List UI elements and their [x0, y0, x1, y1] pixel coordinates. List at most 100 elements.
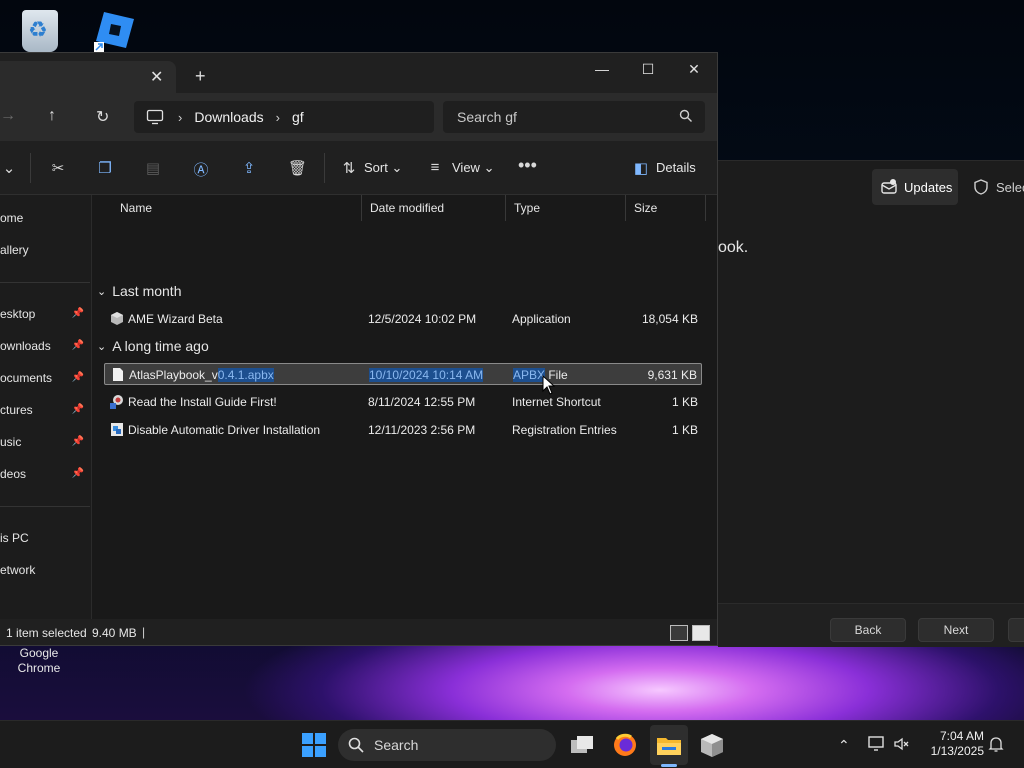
setup-footer: Back Next [718, 603, 1024, 647]
volume-muted-icon[interactable] [892, 735, 910, 753]
windows-start-icon[interactable] [300, 731, 328, 759]
group-header-last-month[interactable]: ⌄ Last month [97, 283, 181, 299]
refresh-icon[interactable]: ↻ [96, 107, 109, 127]
updates-tab-label: Updates [904, 179, 953, 195]
background-setup-window: Updates Selec ook. Back Next [718, 160, 1024, 647]
paste-icon[interactable]: ▤ [144, 159, 162, 177]
minimize-icon[interactable]: — [592, 61, 612, 77]
chevron-right-icon: › [178, 109, 183, 125]
cut-icon[interactable]: ✂ [49, 159, 67, 177]
group-header-long-ago[interactable]: ⌄ A long time ago [97, 338, 209, 354]
updates-icon [881, 179, 897, 194]
details-pane-icon[interactable]: ◧ [632, 159, 650, 177]
file-date: 8/11/2024 12:55 PM [368, 395, 476, 409]
system-clock[interactable]: 7:04 AM 1/13/2025 [920, 729, 984, 759]
file-row[interactable]: Read the Install Guide First! 8/11/2024 … [104, 391, 702, 413]
firefox-icon[interactable] [611, 731, 639, 759]
column-header-size[interactable]: Size [626, 195, 706, 221]
file-explorer-window: ✕ + — ☐ ✕ → ↑ ↻ › Downloads › gf Search … [0, 52, 718, 646]
more-options-icon[interactable]: ••• [518, 155, 537, 175]
tiles-view-icon[interactable] [692, 625, 710, 641]
chevron-down-icon[interactable]: ⌄ [0, 159, 18, 177]
shield-icon [974, 179, 988, 195]
file-explorer-icon[interactable] [655, 731, 683, 759]
file-size: 1 KB [671, 423, 698, 437]
close-window-icon[interactable]: ✕ [684, 61, 704, 78]
file-type: Registration Entries [512, 423, 617, 437]
sidebar-item-pictures[interactable]: ctures 📌 [0, 403, 90, 423]
crumb-gf[interactable]: gf [292, 109, 304, 125]
status-selected-size: 9.40 MB [92, 626, 137, 640]
file-name-highlight: 0.4.1.apbx [217, 368, 274, 382]
tab-close-icon[interactable]: ✕ [150, 67, 163, 87]
taskbar-search-input[interactable]: Search [338, 729, 556, 761]
status-bar: 1 item selected 9.40 MB | [0, 619, 717, 645]
clock-date: 1/13/2025 [930, 744, 984, 758]
copy-icon[interactable]: ❐ [96, 159, 114, 177]
file-type-highlight: APBX [513, 368, 546, 382]
command-bar: ⌄ ✂ ❐ ▤ Ⓐ ⇪ 🗑 ⇅ Sort ⌄ ≡ View ⌄ ••• ◧ De… [0, 141, 717, 195]
file-list: Name Date modified Type Size ⌄ Last mont… [92, 195, 717, 619]
up-arrow-icon[interactable]: ↑ [48, 107, 56, 125]
extra-button[interactable] [1008, 618, 1024, 642]
file-date: 12/11/2023 2:56 PM [368, 423, 476, 437]
setup-body-text: ook. [718, 239, 749, 256]
sidebar-item-network[interactable]: etwork [0, 563, 90, 583]
search-icon [348, 737, 364, 753]
sidebar-item-videos[interactable]: deos 📌 [0, 467, 90, 487]
file-row[interactable]: Disable Automatic Driver Installation 12… [104, 419, 702, 441]
new-tab-button[interactable]: + [195, 66, 206, 87]
column-header-name[interactable]: Name [112, 195, 362, 221]
view-icon[interactable]: ≡ [426, 159, 444, 177]
network-icon[interactable] [866, 735, 886, 753]
chevron-up-icon[interactable]: ⌃ [838, 737, 850, 754]
sidebar-item-gallery[interactable]: allery [0, 243, 90, 263]
pin-icon: 📌 [71, 372, 84, 383]
next-button[interactable]: Next [918, 618, 994, 642]
file-row-selected[interactable]: AtlasPlaybook_v0.4.1.apbx 10/10/2024 10:… [104, 363, 702, 385]
details-view-icon[interactable] [670, 625, 688, 641]
pin-icon: 📌 [71, 436, 84, 447]
file-date: 12/5/2024 10:02 PM [368, 312, 477, 326]
updates-tab[interactable]: Updates [872, 169, 958, 205]
address-bar: → ↑ ↻ › Downloads › gf Search gf [0, 93, 717, 141]
file-size: 18,054 KB [641, 312, 698, 326]
sidebar-item-this-pc[interactable]: is PC [0, 531, 90, 551]
delete-icon[interactable]: 🗑 [288, 159, 307, 177]
view-button[interactable]: View ⌄ [452, 160, 494, 176]
column-header-type[interactable]: Type [506, 195, 626, 221]
chrome-label-line1: Google [19, 646, 59, 660]
path-breadcrumb[interactable]: › Downloads › gf [134, 101, 434, 133]
sidebar-item-music[interactable]: usic 📌 [0, 435, 90, 455]
sidebar-item-home[interactable]: ome [0, 211, 90, 231]
task-view-icon[interactable] [568, 731, 596, 759]
column-header-date[interactable]: Date modified [362, 195, 506, 221]
notification-bell-icon[interactable] [988, 735, 1004, 753]
title-bar: ✕ + — ☐ ✕ [0, 53, 717, 93]
ame-wizard-icon[interactable] [698, 731, 726, 759]
google-chrome-desktop-label[interactable]: Google Chrome [10, 646, 68, 676]
recycle-bin-icon[interactable] [22, 10, 58, 52]
file-row[interactable]: AME Wizard Beta 12/5/2024 10:02 PM Appli… [104, 308, 702, 330]
sort-icon[interactable]: ⇅ [340, 159, 358, 177]
rename-icon[interactable]: Ⓐ [192, 159, 210, 179]
file-size: 1 KB [671, 395, 698, 409]
file-size: 9,631 KB [647, 368, 697, 382]
file-type: Internet Shortcut [512, 395, 601, 409]
sidebar-item-label: usic [0, 435, 22, 449]
share-icon[interactable]: ⇪ [240, 159, 258, 177]
details-button[interactable]: Details [656, 160, 696, 175]
sidebar-item-documents[interactable]: ocuments 📌 [0, 371, 90, 391]
back-button[interactable]: Back [830, 618, 906, 642]
maximize-icon[interactable]: ☐ [638, 61, 658, 78]
sort-button[interactable]: Sort ⌄ [364, 160, 402, 176]
file-name: AME Wizard Beta [128, 312, 223, 326]
roblox-icon[interactable] [94, 10, 136, 52]
crumb-downloads[interactable]: Downloads [194, 109, 263, 125]
sidebar-item-label: ocuments [0, 371, 53, 385]
sidebar-item-desktop[interactable]: esktop 📌 [0, 307, 90, 327]
sidebar-item-downloads[interactable]: ownloads 📌 [0, 339, 90, 359]
forward-arrow-icon[interactable]: → [0, 107, 16, 125]
search-input[interactable]: Search gf [443, 101, 705, 133]
select-tab[interactable]: Selec [972, 169, 1024, 205]
